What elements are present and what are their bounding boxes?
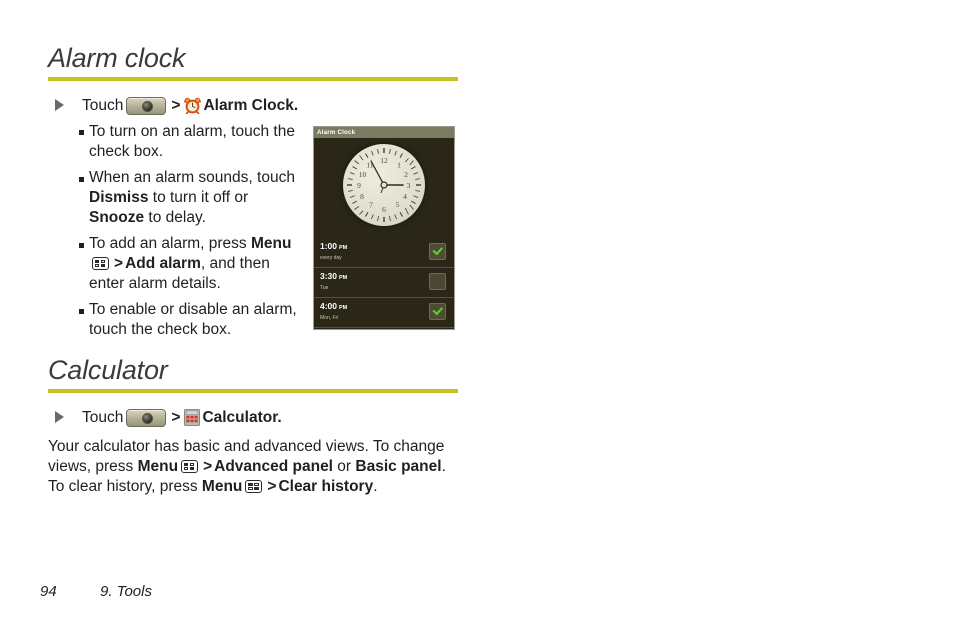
advanced-panel-label: Advanced panel <box>214 458 333 475</box>
svg-text:7: 7 <box>369 201 373 210</box>
calculator-icon[interactable] <box>184 409 201 427</box>
paragraph-line: Your calculator has basic and advanced v… <box>48 438 390 455</box>
step-line-alarm-clock: Touch > Alarm Clock. <box>82 96 412 116</box>
bullet-text-line: touch <box>257 169 295 186</box>
paragraph-line: or <box>333 458 352 475</box>
basic-panel-label: Basic panel <box>355 458 442 475</box>
step-line-calculator: Touch > Calculator. <box>82 408 422 428</box>
menu-key-icon[interactable] <box>181 460 199 474</box>
bullet-text-line: or <box>234 189 249 206</box>
phone-screenshot-alarm-clock: Alarm Clock 12 1 2 3 4 5 6 7 8 9 10 11 1… <box>313 126 455 330</box>
app-launcher-icon[interactable] <box>126 96 167 115</box>
alarm-time-value: 3:30 <box>320 271 338 281</box>
menu-key-label: Menu <box>250 235 292 252</box>
bullet-add-alarm: To add an alarm, press Menu > Add alarm, a… <box>89 234 307 294</box>
alarm-enable-checkbox[interactable] <box>429 303 446 320</box>
alarm-list-item[interactable]: 4:00 PM Mon, Fri <box>314 298 454 328</box>
step-separator-4: > <box>267 478 277 495</box>
footer-page-number: 94 <box>40 583 57 600</box>
step-separator-2: > <box>114 255 124 272</box>
clock-face-svg: 12 1 2 3 4 5 6 7 8 9 10 11 <box>347 148 421 222</box>
add-alarm-label: Add alarm <box>125 255 201 272</box>
footer-chapter: 9. Tools <box>100 583 152 600</box>
analog-clock-widget: 12 1 2 3 4 5 6 7 8 9 10 11 <box>314 138 454 238</box>
alarm-ampm: PM <box>339 275 348 281</box>
alarm-list-item[interactable]: 3:30 PM Tue <box>314 268 454 298</box>
bullet-alarm-sounds: When an alarm sounds, touch Dismiss to t… <box>89 168 304 228</box>
menu-key-icon[interactable] <box>245 480 263 494</box>
page-title-calculator: Calculator <box>48 355 168 385</box>
bullet-text-line: , and <box>200 255 236 272</box>
bullet-text-line: To add an alarm, press <box>89 235 247 252</box>
device-title-bar: Alarm Clock <box>314 127 454 138</box>
svg-text:2: 2 <box>404 170 408 179</box>
dismiss-label: Dismiss <box>89 189 149 206</box>
heading-rule-alarm-clock <box>48 77 458 81</box>
snooze-label: Snooze <box>89 209 145 226</box>
alarm-ampm: PM <box>339 305 348 311</box>
step-lead-text: Touch <box>82 409 124 426</box>
svg-text:3: 3 <box>407 181 411 190</box>
step-app-label-alarm: Alarm Clock. <box>203 97 299 114</box>
svg-text:8: 8 <box>360 192 364 201</box>
manual-page: Alarm clock Touch > Alarm Clock. To turn … <box>0 0 954 636</box>
bullet-text-line: to turn it off <box>148 189 231 206</box>
bullet-text-line: When an alarm sounds, <box>89 169 253 186</box>
bullet-marker <box>79 309 84 314</box>
bullet-marker <box>79 243 84 248</box>
svg-text:9: 9 <box>357 181 361 190</box>
alarm-enable-checkbox[interactable] <box>429 243 446 260</box>
bullet-text-line: To enable or disable an <box>89 301 250 318</box>
step-arrow-marker-calculator <box>55 411 64 423</box>
step-arrow-marker-alarm <box>55 99 64 111</box>
alarm-list: 1:00 PM every day 3:30 PM Tue 4:00 PM Mon, … <box>314 238 454 328</box>
svg-text:1: 1 <box>397 161 401 170</box>
heading-rule-calculator <box>48 389 458 393</box>
step-separator-1: > <box>171 97 181 114</box>
page-title-alarm-clock: Alarm clock <box>48 43 186 73</box>
step-separator-3: > <box>203 458 213 475</box>
svg-text:10: 10 <box>359 170 367 179</box>
app-launcher-icon[interactable] <box>126 408 167 427</box>
calculator-description: Your calculator has basic and advanced v… <box>48 437 448 497</box>
step-separator-1: > <box>171 409 181 426</box>
paragraph-line: . <box>373 478 378 495</box>
alarm-ampm: PM <box>339 245 348 251</box>
alarm-enable-checkbox[interactable] <box>429 273 446 290</box>
step-lead-text: Touch <box>82 97 124 114</box>
step-app-label-calculator: Calculator. <box>202 409 282 426</box>
svg-text:12: 12 <box>380 156 388 165</box>
svg-text:4: 4 <box>403 192 407 201</box>
bullet-marker <box>79 177 84 182</box>
bullet-text-line: To turn on an alarm, touch <box>89 123 270 140</box>
bullet-turn-on-alarm: To turn on an alarm, touch the check box… <box>89 122 304 162</box>
svg-text:6: 6 <box>382 205 386 214</box>
clear-history-label: Clear <box>278 478 318 495</box>
clock-face: 12 1 2 3 4 5 6 7 8 9 10 11 <box>343 144 425 226</box>
svg-text:5: 5 <box>396 200 400 209</box>
bullet-text-line: to delay. <box>144 209 206 226</box>
bullet-marker <box>79 130 84 135</box>
menu-key-icon[interactable] <box>92 257 109 271</box>
clear-history-label-cont: history <box>321 478 374 495</box>
menu-key-label: Menu <box>137 458 179 475</box>
bullet-enable-disable-alarm: To enable or disable an alarm, touch the… <box>89 300 314 340</box>
menu-key-label: Menu <box>201 478 243 495</box>
alarm-time-value: 1:00 <box>320 241 338 251</box>
alarm-time-value: 4:00 <box>320 301 338 311</box>
alarm-list-item[interactable]: 1:00 PM every day <box>314 238 454 268</box>
alarm-clock-icon[interactable] <box>184 97 202 115</box>
